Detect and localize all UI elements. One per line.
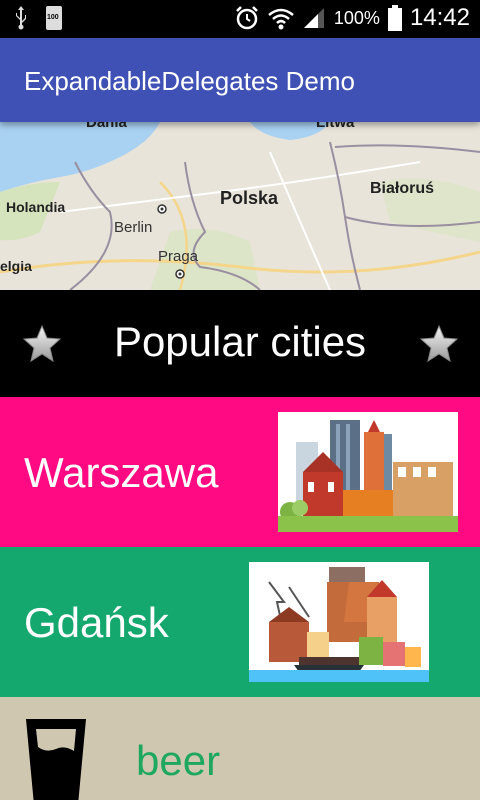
clock: 14:42 xyxy=(409,4,470,31)
star-icon-right xyxy=(419,324,459,363)
wifi-icon xyxy=(268,8,294,30)
city-image-warszawa xyxy=(278,412,458,532)
map-label-praga: Praga xyxy=(158,248,199,265)
app-title: ExpandableDelegates Demo xyxy=(24,66,355,96)
city-image-gdansk xyxy=(249,562,429,682)
status-bar: 100 100% 14:42 xyxy=(0,0,480,38)
map-label-litwa: Litwa xyxy=(316,122,355,131)
map-label-berlin: Berlin xyxy=(114,219,153,236)
section-title: Popular cities xyxy=(113,318,367,365)
battery-small-label: 100 xyxy=(47,14,59,21)
battery-small-icon: 100 xyxy=(46,6,62,30)
map-view[interactable]: Dania Litwa Polska Białoruś Holandia Ber… xyxy=(0,122,480,290)
city-name: Gdańsk xyxy=(24,599,169,646)
battery-percent: 100% xyxy=(333,7,380,28)
map-label-dania: Dania xyxy=(86,122,127,131)
app-bar: ExpandableDelegates Demo xyxy=(0,38,480,122)
map-label-belgia: elgia xyxy=(0,258,32,274)
map-label-bialorus: Białoruś xyxy=(370,180,435,197)
beer-label: beer xyxy=(136,737,221,784)
city-name: Warszawa xyxy=(24,449,219,496)
battery-icon xyxy=(387,5,402,31)
beer-glass-icon xyxy=(26,719,86,800)
usb-icon xyxy=(16,6,26,30)
alarm-icon xyxy=(236,6,258,30)
item-row-beer[interactable]: beer xyxy=(0,697,480,800)
city-row-gdansk[interactable]: Gdańsk xyxy=(0,547,480,697)
signal-icon xyxy=(303,8,324,28)
map-label-holandia: Holandia xyxy=(6,199,66,215)
city-row-warszawa[interactable]: Warszawa xyxy=(0,397,480,547)
map-label-polska: Polska xyxy=(220,188,279,208)
section-header[interactable]: Popular cities xyxy=(0,290,480,397)
